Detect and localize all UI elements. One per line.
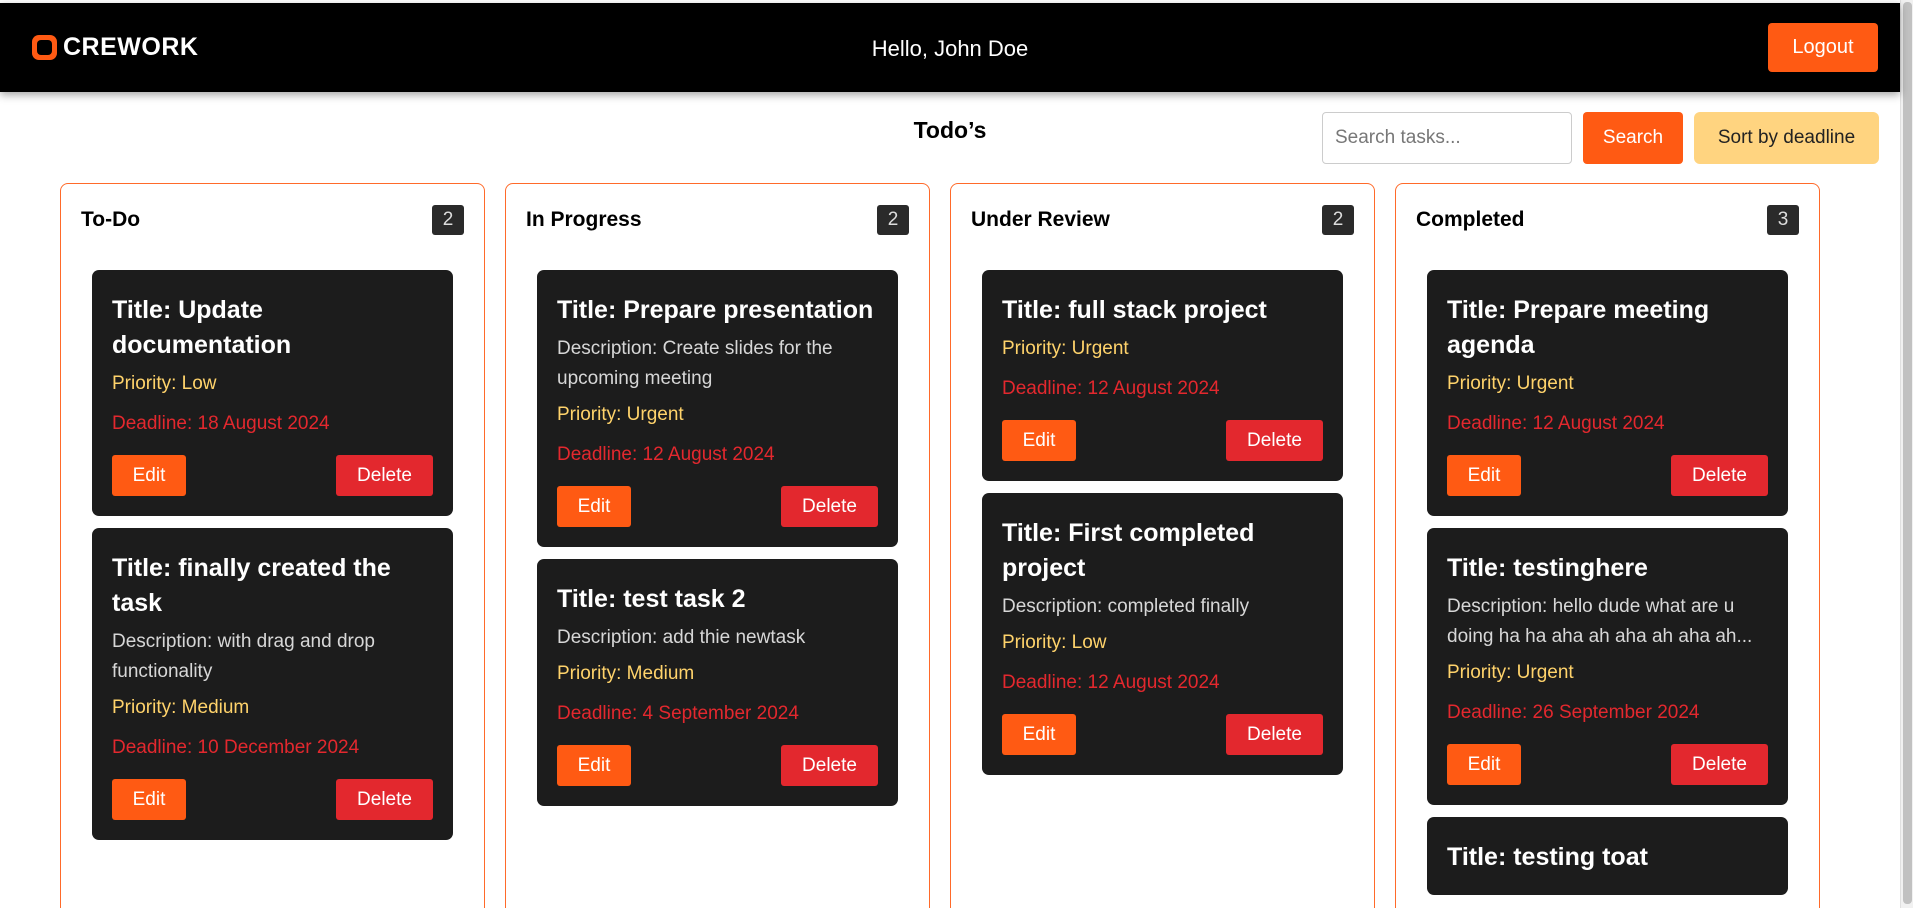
task-title: Title: Prepare presentation — [557, 296, 874, 324]
edit-button[interactable]: Edit — [1002, 714, 1076, 755]
task-deadline: Deadline: 12 August 2024 — [1002, 672, 1220, 693]
task-priority: Priority: Low — [112, 373, 217, 394]
task-deadline: Deadline: 18 August 2024 — [112, 413, 330, 434]
delete-button[interactable]: Delete — [336, 455, 433, 496]
edit-button[interactable]: Edit — [557, 486, 631, 527]
task-priority: Priority: Urgent — [1447, 662, 1574, 683]
brand-logo-icon — [32, 35, 57, 60]
task-priority: Priority: Urgent — [1447, 373, 1574, 394]
task-card[interactable]: Title: testing toat — [1427, 817, 1788, 895]
task-actions: Edit Delete — [112, 779, 433, 820]
column-count-badge: 3 — [1767, 205, 1799, 235]
delete-button[interactable]: Delete — [336, 779, 433, 820]
app-root: CREWORK Hello, John Doe Logout Todo’s Se… — [0, 0, 1913, 908]
column-todo[interactable]: To-Do 2 Title: Update documentation Prio… — [60, 183, 485, 908]
task-actions: Edit Delete — [1447, 744, 1768, 785]
search-input[interactable] — [1322, 112, 1572, 164]
sort-by-deadline-button[interactable]: Sort by deadline — [1694, 112, 1879, 164]
task-deadline: Deadline: 10 December 2024 — [112, 737, 360, 758]
column-completed[interactable]: Completed 3 Title: Prepare meeting agend… — [1395, 183, 1820, 908]
column-in-progress[interactable]: In Progress 2 Title: Prepare presentatio… — [505, 183, 930, 908]
task-card[interactable]: Title: test task 2 Description: add thie… — [537, 559, 898, 806]
logout-button[interactable]: Logout — [1768, 23, 1878, 72]
task-description: Description: add thie newtask — [557, 627, 806, 648]
edit-button[interactable]: Edit — [557, 745, 631, 786]
page-title-text: Todo’s — [913, 117, 987, 143]
edit-button[interactable]: Edit — [1002, 420, 1076, 461]
task-actions: Edit Delete — [1002, 420, 1323, 461]
task-description: Description: with drag and drop function… — [112, 631, 375, 682]
column-under-review[interactable]: Under Review 2 Title: full stack project… — [950, 183, 1375, 908]
task-title: Title: testinghere — [1447, 554, 1648, 582]
task-actions: Edit Delete — [1002, 714, 1323, 755]
task-priority: Priority: Low — [1002, 632, 1107, 653]
column-title: In Progress — [526, 208, 642, 231]
column-header: Completed 3 — [1416, 204, 1799, 236]
task-description: Description: hello dude what are u doing… — [1447, 596, 1753, 647]
column-header: In Progress 2 — [526, 204, 909, 236]
task-actions: Edit Delete — [557, 486, 878, 527]
brand-name: CREWORK — [63, 33, 199, 61]
task-priority: Priority: Medium — [112, 697, 250, 718]
task-actions: Edit Delete — [557, 745, 878, 786]
card-list: Title: Prepare meeting agenda Priority: … — [1416, 270, 1799, 895]
column-title: Under Review — [971, 208, 1110, 231]
task-deadline: Deadline: 4 September 2024 — [557, 703, 799, 724]
task-deadline: Deadline: 12 August 2024 — [557, 444, 775, 465]
column-title: Completed — [1416, 208, 1525, 231]
edit-button[interactable]: Edit — [1447, 455, 1521, 496]
brand[interactable]: CREWORK — [32, 33, 198, 62]
column-header: To-Do 2 — [81, 204, 464, 236]
task-title: Title: finally created the task — [112, 554, 391, 617]
task-title: Title: testing toat — [1447, 843, 1648, 871]
edit-button[interactable]: Edit — [1447, 744, 1521, 785]
task-card[interactable]: Title: First completed project Descripti… — [982, 493, 1343, 775]
card-list: Title: Update documentation Priority: Lo… — [81, 270, 464, 840]
task-deadline: Deadline: 26 September 2024 — [1447, 702, 1700, 723]
task-title: Title: Prepare meeting agenda — [1447, 296, 1710, 359]
user-greeting: Hello, John Doe — [871, 36, 1029, 61]
page-scrollbar[interactable] — [1900, 0, 1913, 908]
task-priority: Priority: Urgent — [557, 404, 684, 425]
task-actions: Edit Delete — [1447, 455, 1768, 496]
task-actions: Edit Delete — [112, 455, 433, 496]
task-card[interactable]: Title: Prepare presentation Description:… — [537, 270, 898, 547]
card-list: Title: full stack project Priority: Urge… — [971, 270, 1354, 775]
task-priority: Priority: Urgent — [1002, 338, 1129, 359]
column-count-badge: 2 — [432, 205, 464, 235]
task-title: Title: test task 2 — [557, 585, 746, 613]
task-description: Description: Create slides for the upcom… — [557, 338, 833, 389]
task-title: Title: Update documentation — [112, 296, 292, 359]
edit-button[interactable]: Edit — [112, 779, 186, 820]
task-title: Title: full stack project — [1002, 296, 1267, 324]
task-title: Title: First completed project — [1002, 519, 1255, 582]
delete-button[interactable]: Delete — [781, 486, 878, 527]
search-button[interactable]: Search — [1583, 112, 1683, 164]
column-title: To-Do — [81, 208, 141, 231]
delete-button[interactable]: Delete — [781, 745, 878, 786]
task-card[interactable]: Title: finally created the task Descript… — [92, 528, 453, 840]
scrollbar-thumb[interactable] — [1903, 2, 1912, 904]
task-card[interactable]: Title: Update documentation Priority: Lo… — [92, 270, 453, 516]
top-navbar: CREWORK Hello, John Doe Logout — [0, 3, 1900, 92]
task-description: Description: completed finally — [1002, 596, 1250, 617]
task-toolbar: Search Sort by deadline — [1322, 112, 1879, 164]
column-count-badge: 2 — [1322, 205, 1354, 235]
task-card[interactable]: Title: Prepare meeting agenda Priority: … — [1427, 270, 1788, 516]
task-deadline: Deadline: 12 August 2024 — [1002, 378, 1220, 399]
delete-button[interactable]: Delete — [1226, 420, 1323, 461]
column-header: Under Review 2 — [971, 204, 1354, 236]
delete-button[interactable]: Delete — [1226, 714, 1323, 755]
task-card[interactable]: Title: full stack project Priority: Urge… — [982, 270, 1343, 481]
task-priority: Priority: Medium — [557, 663, 695, 684]
kanban-board: To-Do 2 Title: Update documentation Prio… — [60, 183, 1820, 908]
column-count-badge: 2 — [877, 205, 909, 235]
delete-button[interactable]: Delete — [1671, 744, 1768, 785]
delete-button[interactable]: Delete — [1671, 455, 1768, 496]
card-list: Title: Prepare presentation Description:… — [526, 270, 909, 806]
edit-button[interactable]: Edit — [112, 455, 186, 496]
task-card[interactable]: Title: testinghere Description: hello du… — [1427, 528, 1788, 805]
task-deadline: Deadline: 12 August 2024 — [1447, 413, 1665, 434]
